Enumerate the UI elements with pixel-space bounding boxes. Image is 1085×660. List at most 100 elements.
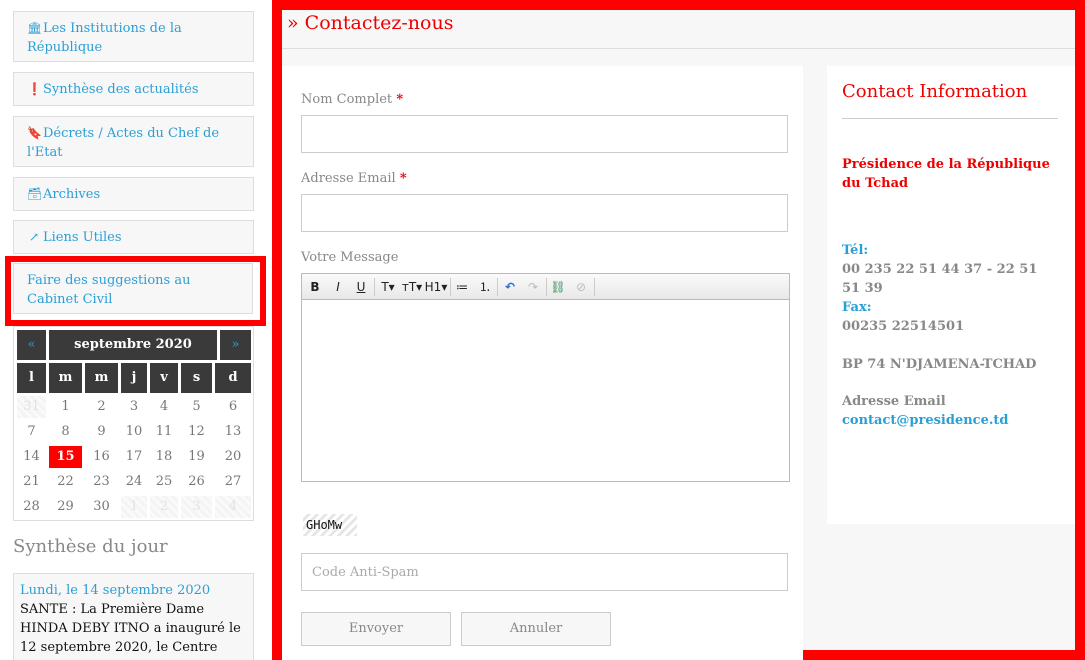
email-label: Adresse Email * (301, 171, 407, 186)
undo-icon[interactable]: ↶ (501, 277, 519, 297)
calendar-day[interactable]: 22 (49, 471, 82, 493)
underline-button[interactable]: U (353, 277, 369, 297)
nav-decrets[interactable]: 🔖Décrets / Actes du Chef de l'Etat (13, 116, 254, 167)
external-link-icon: ↗ (28, 230, 40, 244)
calendar-day[interactable]: 18 (150, 446, 178, 468)
tel-value: 00 235 22 51 44 37 - 22 51 51 39 (842, 262, 1038, 296)
editor-toolbar: B I U T▾ тT▾ H1▾ ≔ ⒈ ↶ ↷ ⛓ ⊘ (302, 274, 789, 300)
calendar-day[interactable]: 26 (181, 471, 212, 493)
message-editor: B I U T▾ тT▾ H1▾ ≔ ⒈ ↶ ↷ ⛓ ⊘ (301, 273, 790, 482)
italic-button[interactable]: I (330, 277, 346, 297)
calendar-day[interactable]: 28 (17, 496, 46, 518)
required-mark: * (399, 171, 407, 186)
calendar-day: 31 (17, 396, 46, 418)
bookmark-icon: 🔖 (27, 126, 42, 140)
exclamation-circle-icon: ❗ (27, 82, 42, 96)
contact-info-title: Contact Information (842, 81, 1028, 102)
text-case-button[interactable]: тT▾ (401, 277, 423, 297)
unlink-icon[interactable]: ⊘ (572, 277, 590, 297)
weekday-header: v (150, 363, 178, 393)
weekday-header: m (49, 363, 82, 393)
contact-email-label: Adresse Email (842, 394, 946, 409)
toolbar-separator (546, 278, 547, 296)
calendar-day-today[interactable]: 15 (49, 446, 82, 468)
calendar-day[interactable]: 30 (85, 496, 118, 518)
calendar-day[interactable]: 6 (215, 396, 251, 418)
synthese-date-link[interactable]: Lundi, le 14 septembre 2020 (20, 581, 247, 600)
weekday-header: d (215, 363, 251, 393)
calendar-day[interactable]: 10 (121, 421, 147, 443)
contact-organization: Présidence de la République du Tchad (842, 157, 1050, 191)
calendar-day[interactable]: 1 (49, 396, 82, 418)
nav-liens-utiles[interactable]: ↗ Liens Utiles (13, 220, 254, 254)
calendar-day[interactable]: 2 (85, 396, 118, 418)
calendar-day[interactable]: 8 (49, 421, 82, 443)
calendar-day[interactable]: 3 (121, 396, 147, 418)
nav-synthese-actualites[interactable]: ❗Synthèse des actualités (13, 72, 254, 106)
bullet-list-icon[interactable]: ≔ (453, 277, 471, 297)
suggestions-highlight (5, 256, 266, 326)
weekday-header: l (17, 363, 46, 393)
calendar-day[interactable]: 17 (121, 446, 147, 468)
redo-icon[interactable]: ↷ (524, 277, 542, 297)
calendar-day[interactable]: 19 (181, 446, 212, 468)
link-icon[interactable]: ⛓ (549, 277, 567, 297)
bold-button[interactable]: B (307, 277, 323, 297)
calendar-day[interactable]: 29 (49, 496, 82, 518)
contact-information: Contact Information Présidence de la Rép… (827, 66, 1075, 524)
email-input[interactable] (301, 194, 788, 232)
nav-archives[interactable]: 🗃Archives (13, 177, 254, 211)
cancel-button[interactable]: Annuler (461, 612, 611, 646)
calendar-day[interactable]: 16 (85, 446, 118, 468)
tel-label: Tél: (842, 243, 869, 258)
message-textarea[interactable] (302, 301, 789, 481)
calendar-day[interactable]: 25 (150, 471, 178, 493)
calendar-day[interactable]: 27 (215, 471, 251, 493)
synthese-du-jour-box: Lundi, le 14 septembre 2020 SANTE : La P… (13, 573, 254, 660)
calendar-month-title: septembre 2020 (49, 330, 217, 360)
contact-info-divider (842, 118, 1058, 119)
calendar-prev-button[interactable]: « (17, 330, 46, 360)
name-input[interactable] (301, 115, 788, 153)
sidebar: 🏛Les Institutions de la République ❗Synt… (0, 0, 268, 660)
nav-label: Archives (43, 187, 101, 202)
calendar-day[interactable]: 14 (17, 446, 46, 468)
required-mark: * (396, 92, 404, 107)
institution-icon: 🏛 (27, 21, 43, 35)
calendar-day[interactable]: 11 (150, 421, 178, 443)
postal-address: BP 74 N'DJAMENA-TCHAD (842, 357, 1037, 372)
font-size-button[interactable]: T▾ (378, 277, 398, 297)
calendar-day[interactable]: 5 (181, 396, 212, 418)
page: 🏛Les Institutions de la République ❗Synt… (0, 0, 1085, 660)
heading-button[interactable]: H1▾ (424, 277, 448, 297)
calendar-day[interactable]: 24 (121, 471, 147, 493)
fax-value: 00235 22514501 (842, 319, 965, 334)
contact-email-link[interactable]: contact@presidence.td (842, 411, 1008, 430)
archive-icon: 🗃 (27, 187, 43, 201)
nav-label: Les Institutions de la République (27, 21, 182, 55)
submit-button[interactable]: Envoyer (301, 612, 451, 646)
weekday-header: s (181, 363, 212, 393)
antispam-input[interactable] (301, 553, 788, 591)
toolbar-separator (594, 278, 595, 296)
calendar-day[interactable]: 9 (85, 421, 118, 443)
name-label-text: Nom Complet (301, 92, 393, 107)
calendar-day[interactable]: 4 (150, 396, 178, 418)
calendar-day[interactable]: 13 (215, 421, 251, 443)
toolbar-separator (374, 278, 375, 296)
email-label-text: Adresse Email (301, 171, 396, 186)
calendar-day: 1 (121, 496, 147, 518)
calendar-day[interactable]: 20 (215, 446, 251, 468)
calendar-day[interactable]: 21 (17, 471, 46, 493)
calendar-next-button[interactable]: » (220, 330, 251, 360)
nav-label: Décrets / Actes du Chef de l'Etat (27, 126, 220, 160)
numbered-list-icon[interactable]: ⒈ (476, 277, 494, 297)
calendar-day[interactable]: 23 (85, 471, 118, 493)
toolbar-separator (450, 278, 451, 296)
calendar-day[interactable]: 7 (17, 421, 46, 443)
page-title: » Contactez-nous (287, 12, 454, 34)
nav-institutions[interactable]: 🏛Les Institutions de la République (13, 11, 254, 62)
nav-label: Synthèse des actualités (43, 82, 199, 97)
calendar: « septembre 2020 » l m m j v s d 31 1 2 … (13, 326, 254, 521)
calendar-day[interactable]: 12 (181, 421, 212, 443)
